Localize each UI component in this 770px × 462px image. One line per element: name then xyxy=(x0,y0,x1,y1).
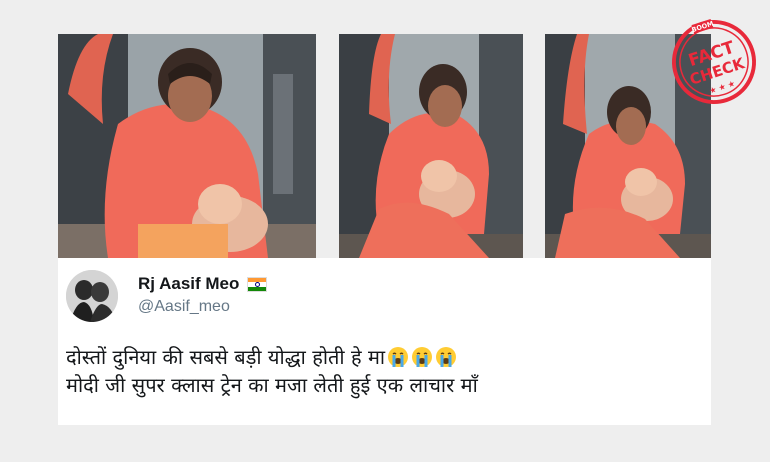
fact-check-stamp: BOOM FACT CHECK ★ ★ ★ xyxy=(664,12,764,112)
tweet-text: दोस्तों दुनिया की सबसे बड़ी योद्धा होती … xyxy=(66,343,706,399)
india-flag-icon xyxy=(247,276,268,292)
loudly-crying-face-icon xyxy=(436,347,457,367)
tweet-line-2-text: मोदी जी सुपर क्लास ट्रेन का मजा लेती हुई… xyxy=(66,373,478,397)
avatar[interactable] xyxy=(66,270,118,322)
video-frame-1 xyxy=(58,34,316,258)
username-handle[interactable]: @Aasif_meo xyxy=(138,298,230,316)
tweet-line-1-text: दोस्तों दुनिया की सबसे बड़ी योद्धा होती … xyxy=(66,345,386,369)
tweet-line-2: मोदी जी सुपर क्लास ट्रेन का मजा लेती हुई… xyxy=(66,371,706,399)
loudly-crying-face-icon xyxy=(412,347,433,367)
tweet-card: Rj Aasif Meo @Aasif_meo दोस्तों दुनिया क… xyxy=(58,258,711,425)
display-name[interactable]: Rj Aasif Meo xyxy=(138,274,239,294)
loudly-crying-face-icon xyxy=(388,347,409,367)
stamp-brand: BOOM xyxy=(691,20,715,35)
video-frame-2 xyxy=(339,34,523,258)
tweet-line-1: दोस्तों दुनिया की सबसे बड़ी योद्धा होती … xyxy=(66,343,706,371)
